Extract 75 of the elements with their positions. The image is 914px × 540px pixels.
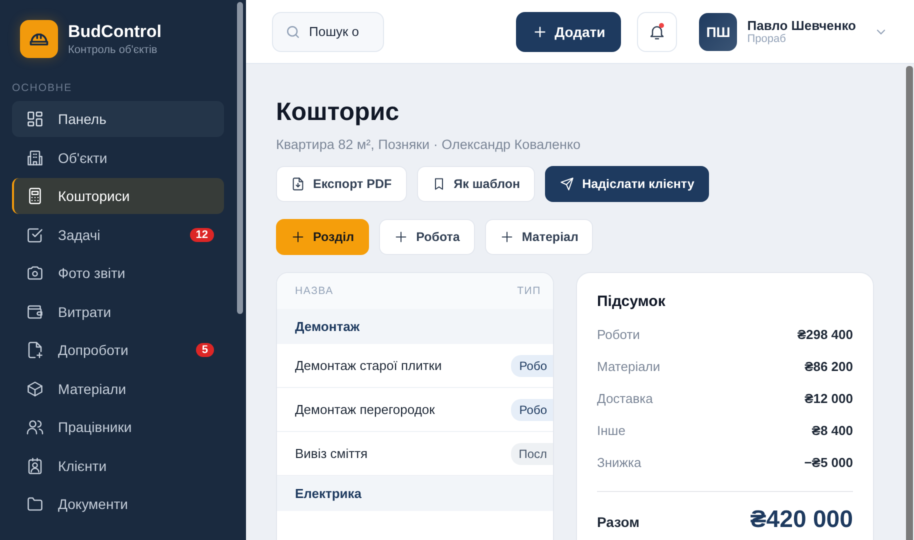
count-badge: 12 [190,228,214,242]
action-button[interactable]: Надіслати клієнту [545,166,710,202]
user-avatar[interactable]: ПШ [699,12,738,50]
count-badge: 5 [196,343,214,357]
file-plus-icon [26,341,44,359]
page-subtitle: Квартира 82 м², Позняки · Олександр Коваленко [276,137,582,152]
search-input[interactable]: Пошук о [309,24,371,39]
brand-tagline: Контроль об'єктів [68,44,158,56]
summary-value: ₴12 000 [804,391,853,408]
add-item-button[interactable]: Робота [379,219,475,255]
table-cell: Демонтаж старої плитки [295,358,442,373]
summary-label: Роботи [597,327,640,344]
column-header: ТИП [517,285,541,297]
folder-icon [26,495,44,513]
sidebar-item[interactable]: Матеріали [12,370,224,406]
action-button[interactable]: Як шаблон [416,166,536,202]
summary-title: Підсумок [597,293,666,310]
helmet-logo-icon [20,20,58,58]
total-value: ₴420 000 [750,506,853,534]
add-item-button[interactable]: Матеріал [484,219,594,255]
type-tag: Посл [510,442,553,464]
checkbox-icon [26,226,44,244]
action-button[interactable]: Експорт PDF [276,166,407,202]
section-row-title: Демонтаж [295,319,360,334]
section-label: ОСНОВНЕ [12,82,74,94]
box-icon [26,380,44,398]
sidebar-item[interactable]: Допроботи 5 [12,332,224,368]
type-tag: Робо [511,354,553,376]
sidebar-item[interactable]: Задачі 12 [12,216,224,252]
plus-icon [532,24,547,38]
wallet-icon [26,302,44,320]
sidebar-item[interactable]: Витрати [12,294,224,330]
search-field[interactable]: Пошук о [272,12,384,52]
scrollbar-thumb[interactable] [906,66,913,540]
brand-name: BudControl [68,22,162,42]
building-icon [26,148,44,166]
summary-value: ₴86 200 [804,359,853,376]
plus-icon [291,230,305,244]
file-download-icon [291,177,305,191]
sidebar-item[interactable]: Панель [12,101,224,137]
sidebar-item[interactable]: Фото звіти [12,255,224,291]
type-tag: Робо [511,398,553,420]
users-icon [26,418,44,436]
camera-icon [26,264,44,282]
add-item-button[interactable]: Розділ [276,219,370,255]
summary-label: Матеріали [597,359,660,376]
sidebar-item[interactable]: Працівники [12,409,224,445]
summary-label: Знижка [597,455,642,472]
summary-value: −₴5 000 [804,455,853,472]
add-button[interactable]: Додати [516,12,622,52]
search-icon [285,24,301,40]
user-name: Павло Шевченко [747,18,856,33]
notifications-button[interactable] [637,12,678,52]
column-header: НАЗВА [295,285,334,297]
section-row-title: Електрика [295,486,362,501]
sidebar-item[interactable]: Клієнти [12,448,224,484]
summary-value: ₴298 400 [797,327,853,344]
table-cell: Вивіз сміття [295,446,368,461]
page-title: Кошторис [276,98,400,127]
calculator-icon [26,187,44,205]
summary-label: Доставка [597,391,653,408]
scrollbar-thumb[interactable] [237,2,243,314]
summary-value: ₴8 400 [812,423,853,440]
plus-icon [500,230,514,244]
table-cell: Демонтаж перегородок [295,402,435,417]
plus-icon [394,230,408,244]
user-role: Прораб [747,33,787,45]
contact-card-icon [26,456,44,474]
send-icon [560,177,574,191]
sidebar-item[interactable]: Кошториси [12,178,224,214]
dashboard-icon [26,110,44,128]
total-label: Разом [597,514,640,530]
summary-label: Інше [597,423,626,440]
sidebar-item[interactable]: Об'єкти [12,140,224,176]
sidebar-item[interactable]: Документи [12,486,224,522]
